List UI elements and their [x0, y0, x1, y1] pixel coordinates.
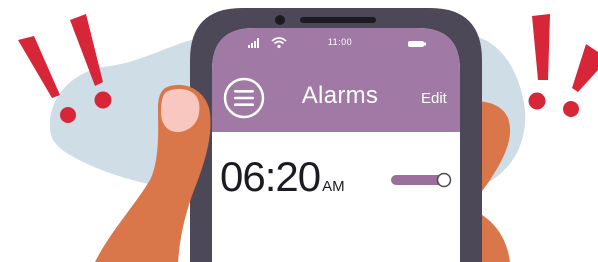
illustration: 11:00 Alarms Edit 06:20 AM: [0, 0, 598, 262]
left-hand: [95, 84, 211, 262]
